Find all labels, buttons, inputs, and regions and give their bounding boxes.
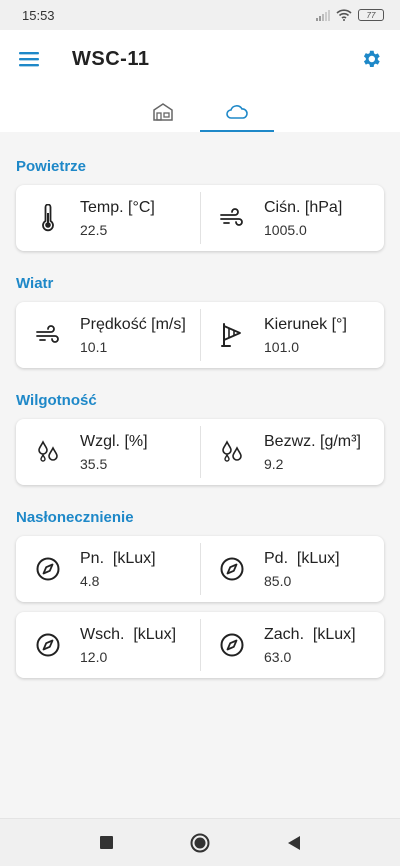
card-sun-north-south: Pn. [kLux] 4.8 Pd. [kLux] 85.0 [16, 536, 384, 602]
sensor-value: 4.8 [80, 572, 100, 589]
sensor-label: Ciśn. [hPa] [264, 198, 343, 216]
sensor-value: 35.5 [80, 455, 108, 472]
section-title-wind: Wiatr [16, 275, 54, 292]
sensor-label: Bezwz. [g/m³] [264, 432, 361, 450]
status-time: 15:53 [22, 7, 55, 23]
sensor-label: Prędkość [m/s] [80, 315, 186, 333]
sensor-value: 101.0 [264, 338, 300, 355]
sensor-value: 10.1 [80, 338, 108, 355]
home-button[interactable] [188, 831, 212, 855]
sensor-value: 85.0 [264, 572, 292, 589]
cloud-icon [226, 105, 248, 119]
sensor-wind-speed[interactable]: Prędkość [m/s] 10.1 [16, 302, 200, 368]
card-wind: Prędkość [m/s] 10.1 Kierunek [°] 101.0 [16, 302, 384, 368]
sensor-pressure[interactable]: Ciśn. [hPa] 1005.0 [200, 185, 384, 251]
sensor-label: Temp. [°C] [80, 198, 155, 216]
circle-icon [190, 833, 210, 852]
sensor-label: Wzgl. [%] [80, 432, 148, 450]
wind-flag-icon [218, 321, 246, 349]
battery-indicator: 77 [358, 9, 384, 21]
back-button[interactable] [282, 831, 306, 855]
gear-icon [363, 50, 380, 67]
section-title-air: Powietrze [16, 158, 87, 175]
tab-home[interactable] [126, 92, 200, 132]
card-humidity: Wzgl. [%] 35.5 Bezwz. [g/m³] 9.2 [16, 419, 384, 485]
sensor-label: Zach. [kLux] [264, 625, 356, 643]
section-title-humidity: Wilgotność [16, 392, 97, 409]
sensor-value: 22.5 [80, 221, 108, 238]
tab-weather[interactable] [200, 92, 274, 132]
page-title: WSC-11 [72, 47, 150, 70]
square-icon [99, 836, 113, 849]
menu-button[interactable] [16, 46, 42, 72]
recents-button[interactable] [94, 831, 118, 855]
sensor-label: Pn. [kLux] [80, 549, 156, 567]
main-content: Powietrze Temp. [°C] 22.5 Ciśn. [hPa] 1005… [0, 158, 400, 678]
compass-icon [34, 631, 62, 659]
compass-icon [218, 631, 246, 659]
sensor-humidity-absolute[interactable]: Bezwz. [g/m³] 9.2 [200, 419, 384, 485]
sensor-label: Wsch. [kLux] [80, 625, 177, 643]
tab-bar [0, 92, 400, 132]
sensor-value: 63.0 [264, 648, 292, 665]
sensor-sun-east[interactable]: Wsch. [kLux] 12.0 [16, 612, 200, 678]
triangle-back-icon [288, 835, 300, 850]
house-icon [153, 103, 173, 121]
thermometer-icon [34, 204, 62, 232]
sensor-sun-south[interactable]: Pd. [kLux] 85.0 [200, 536, 384, 602]
hamburger-menu-icon [19, 52, 39, 67]
sensor-wind-direction[interactable]: Kierunek [°] 101.0 [200, 302, 384, 368]
sensor-label: Pd. [kLux] [264, 549, 340, 567]
app-bar: WSC-11 [0, 30, 400, 132]
wind-icon [218, 204, 246, 232]
compass-icon [218, 555, 246, 583]
settings-button[interactable] [358, 46, 384, 72]
wind-icon [34, 321, 62, 349]
status-bar: 15:53 77 [0, 0, 400, 30]
droplets-icon [34, 438, 62, 466]
sensor-temperature[interactable]: Temp. [°C] 22.5 [16, 185, 200, 251]
sensor-sun-west[interactable]: Zach. [kLux] 63.0 [200, 612, 384, 678]
section-title-sun: Nasłonecznienie [16, 509, 134, 526]
compass-icon [34, 555, 62, 583]
system-nav-bar [0, 818, 400, 866]
sensor-value: 12.0 [80, 648, 108, 665]
sensor-value: 9.2 [264, 455, 284, 472]
wifi-icon [336, 9, 352, 21]
sensor-sun-north[interactable]: Pn. [kLux] 4.8 [16, 536, 200, 602]
sensor-value: 1005.0 [264, 221, 307, 238]
sensor-humidity-relative[interactable]: Wzgl. [%] 35.5 [16, 419, 200, 485]
signal-icon [316, 9, 330, 21]
droplets-icon [218, 438, 246, 466]
card-air: Temp. [°C] 22.5 Ciśn. [hPa] 1005.0 [16, 185, 384, 251]
card-sun-east-west: Wsch. [kLux] 12.0 Zach. [kLux] 63.0 [16, 612, 384, 678]
sensor-label: Kierunek [°] [264, 315, 347, 333]
status-icons: 77 [316, 9, 384, 21]
